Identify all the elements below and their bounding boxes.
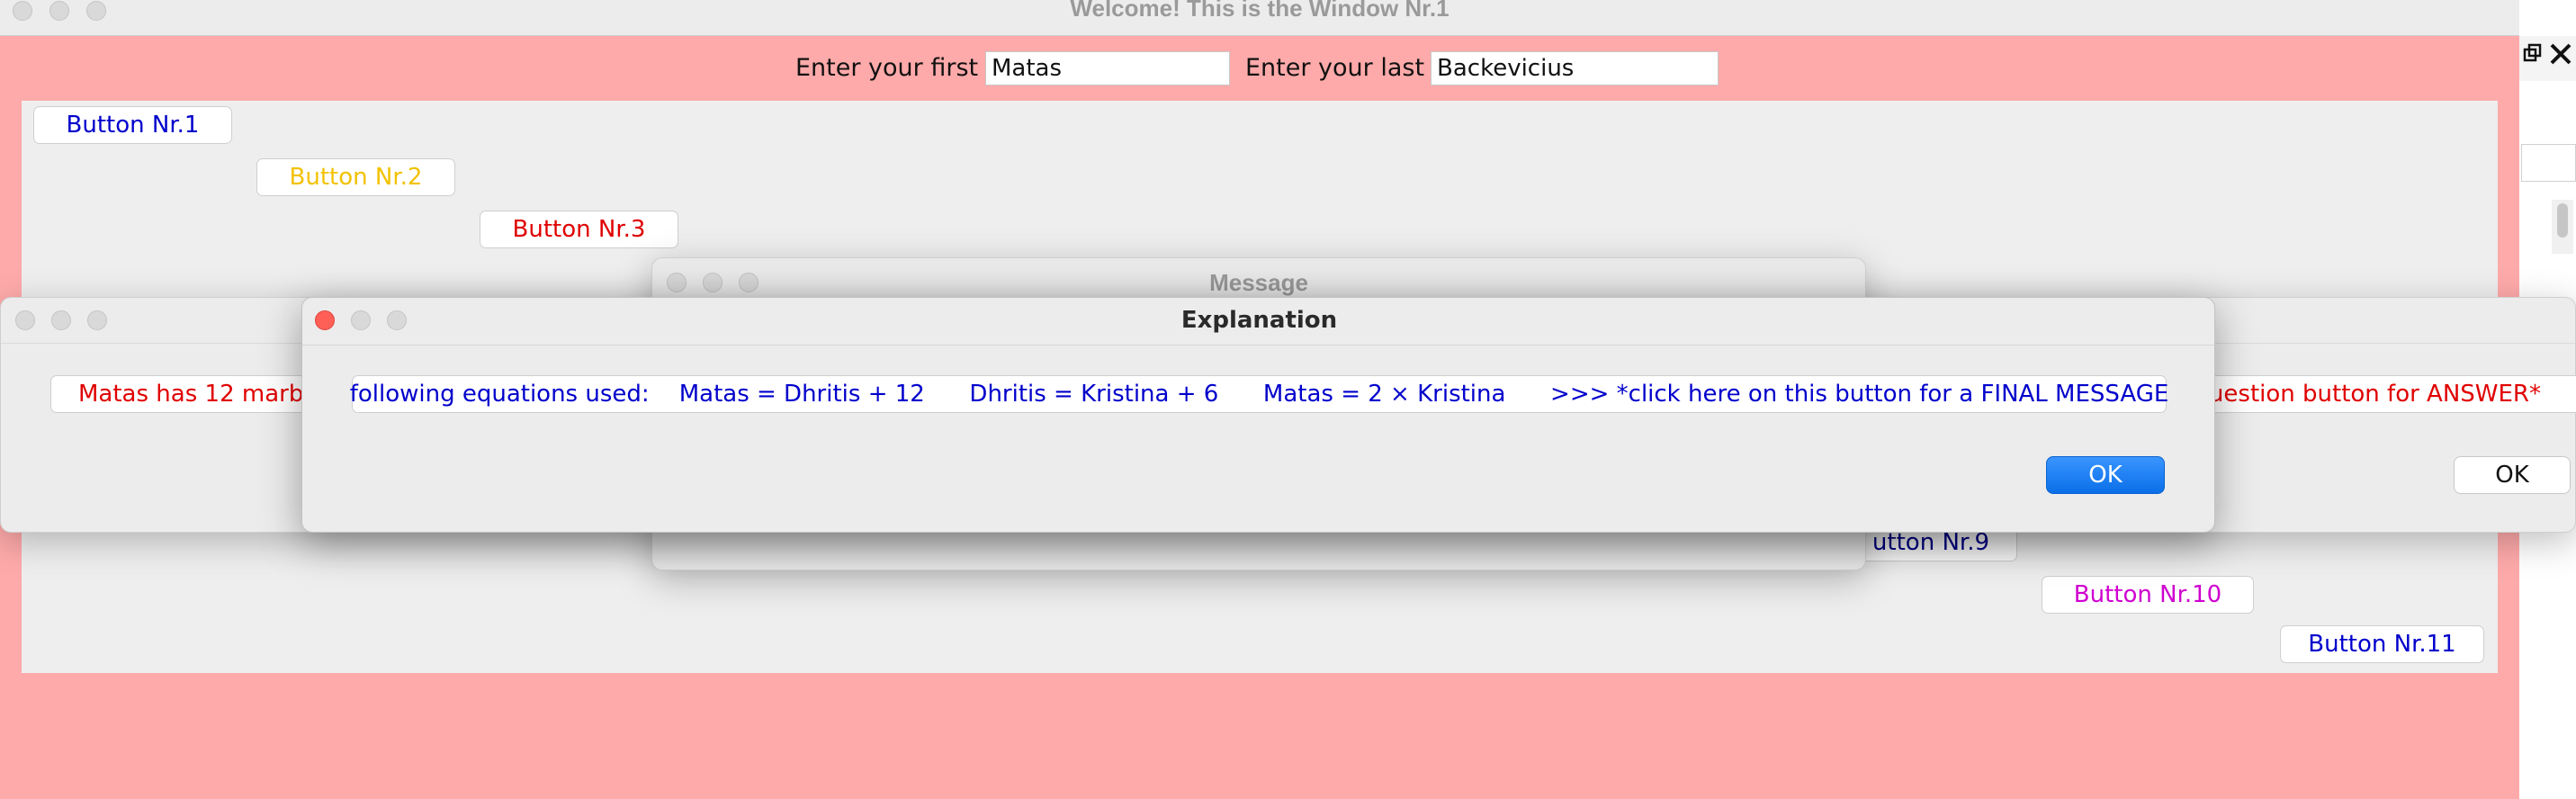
dialog-ok-button[interactable]: OK <box>2046 456 2165 494</box>
right-edge-scrollbar[interactable] <box>2552 200 2573 254</box>
main-titlebar: Welcome! This is the Window Nr.1 <box>0 0 2519 36</box>
question-ok-button[interactable]: OK <box>2454 456 2571 494</box>
question-close-icon[interactable] <box>15 310 35 330</box>
right-edge-field <box>2521 144 2576 182</box>
bottom-strip <box>630 788 1440 799</box>
dialog-title: Explanation <box>1180 307 1338 334</box>
right-edge-toolbar <box>2519 36 2576 81</box>
last-name-field[interactable]: Backevicius <box>1431 51 1719 85</box>
message-titlebar: Message <box>652 258 1865 301</box>
button-nr-3[interactable]: Button Nr.3 <box>480 211 678 248</box>
first-name-label: Enter your first <box>795 54 979 82</box>
close-icon[interactable] <box>2548 41 2573 67</box>
scrollbar-thumb[interactable] <box>2557 203 2568 238</box>
button-nr-1[interactable]: Button Nr.1 <box>33 106 232 144</box>
button-nr-11[interactable]: Button Nr.11 <box>2280 625 2484 663</box>
first-name-field[interactable]: Matas <box>985 51 1230 85</box>
button-nr-10[interactable]: Button Nr.10 <box>2042 576 2254 614</box>
main-window-title: Welcome! This is the Window Nr.1 <box>1070 0 1450 22</box>
explanation-dialog: Explanation following equations used: Ma… <box>301 297 2215 533</box>
dialog-separator <box>302 345 2214 346</box>
button-nr-2[interactable]: Button Nr.2 <box>256 158 455 196</box>
question-zoom-icon[interactable] <box>87 310 107 330</box>
message-title: Message <box>1209 269 1308 296</box>
question-minimize-icon[interactable] <box>51 310 71 330</box>
restore-icon[interactable] <box>2523 43 2543 63</box>
last-name-label: Enter your last <box>1245 54 1425 82</box>
final-message-button[interactable]: following equations used: Matas = Dhriti… <box>350 375 2168 413</box>
